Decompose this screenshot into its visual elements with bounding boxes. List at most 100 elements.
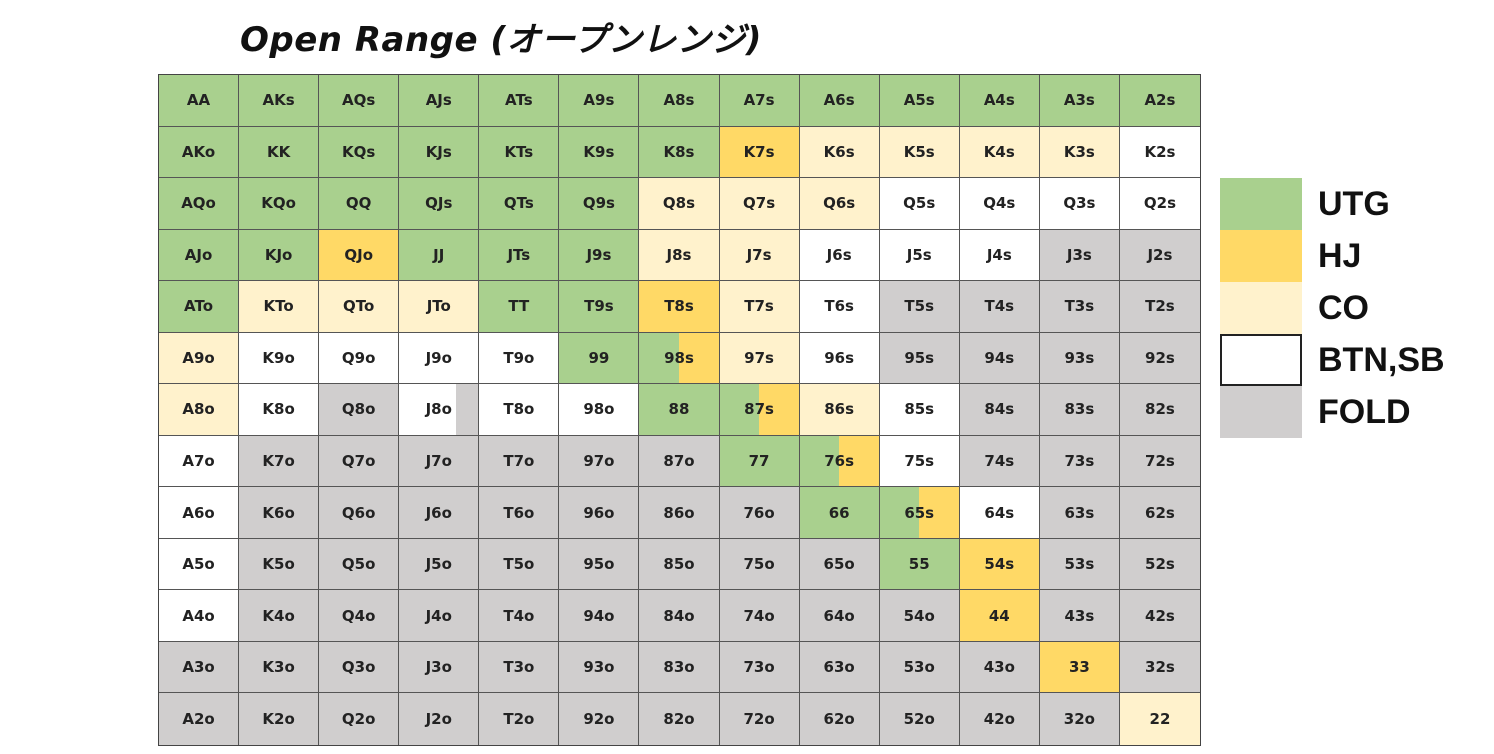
hand-label: A2o (182, 710, 215, 729)
hand-label: 22 (1149, 710, 1171, 729)
hand-label: 72s (1145, 452, 1175, 471)
hand-cell-96s: 96s (799, 332, 880, 385)
hand-label: 63o (823, 658, 855, 677)
hand-label: QJo (344, 245, 373, 264)
hand-label: TT (508, 297, 530, 316)
hand-cell-98s: 98s (639, 332, 720, 385)
hand-label: KK (266, 142, 291, 161)
hand-label: K2o (262, 710, 295, 729)
hand-cell-94s: 94s (959, 332, 1040, 385)
hand-cell-J8s: J8s (639, 229, 720, 282)
hand-label: T6s (824, 297, 854, 316)
hand-cell-T7s: T7s (719, 281, 800, 333)
hand-cell-95o: 95o (559, 538, 640, 591)
hand-cell-K2s: K2s (1119, 126, 1200, 179)
hand-label: T5o (503, 555, 535, 574)
hand-cell-K3o: K3o (239, 641, 320, 694)
hand-cell-KJo: KJo (239, 229, 320, 282)
hand-label: AA (186, 91, 211, 110)
hand-cell-K7o: K7o (239, 435, 320, 488)
hand-cell-83o: 83o (639, 641, 720, 694)
hand-cell-Q5o: Q5o (319, 538, 400, 591)
hand-cell-82o: 82o (639, 693, 720, 745)
hand-label: 92o (583, 710, 615, 729)
hand-cell-A2s: A2s (1119, 75, 1200, 127)
hand-cell-Q3o: Q3o (319, 641, 400, 694)
legend-swatch (1220, 282, 1302, 334)
hand-label: ATo (184, 297, 214, 316)
hand-label: K5o (262, 555, 295, 574)
hand-label: 76s (824, 452, 855, 471)
hand-label: 43s (1064, 606, 1095, 625)
hand-label: 42o (983, 710, 1015, 729)
legend-item-fold: FOLD (1220, 386, 1445, 438)
hand-cell-J2s: J2s (1119, 229, 1200, 282)
hand-label: AJs (425, 91, 452, 110)
hand-cell-42o: 42o (959, 693, 1040, 745)
hand-label: 64o (823, 606, 855, 625)
hand-label: 95o (583, 555, 615, 574)
hand-label: A7o (182, 452, 215, 471)
hand-cell-JTs: JTs (479, 229, 560, 282)
hand-label: K4s (983, 142, 1015, 161)
hand-cell-A3s: A3s (1039, 75, 1120, 127)
hand-label: KTs (504, 142, 534, 161)
hand-label: Q4s (983, 194, 1016, 213)
hand-cell-T6o: T6o (479, 487, 560, 539)
hand-cell-52s: 52s (1119, 538, 1200, 591)
hand-label: A7s (743, 91, 775, 110)
hand-label: K8o (262, 400, 295, 419)
hand-label: A4o (182, 606, 215, 625)
hand-cell-T4o: T4o (479, 590, 560, 642)
hand-cell-96o: 96o (559, 487, 640, 539)
hand-label: A2s (1144, 91, 1176, 110)
hand-cell-T4s: T4s (959, 281, 1040, 333)
hand-cell-Q5s: Q5s (879, 178, 960, 230)
hand-label: 55 (908, 555, 930, 574)
hand-cell-J8o: J8o (399, 384, 480, 436)
legend-label: HJ (1318, 236, 1362, 275)
hand-label: A3o (182, 658, 215, 677)
hand-cell-76o: 76o (719, 487, 800, 539)
hand-cell-32s: 32s (1119, 641, 1200, 694)
hand-label: 95s (904, 348, 935, 367)
hand-cell-K3s: K3s (1039, 126, 1120, 179)
hand-label: K4o (262, 606, 295, 625)
hand-label: T6o (503, 503, 535, 522)
hand-cell-94o: 94o (559, 590, 640, 642)
legend-swatch (1220, 178, 1302, 230)
hand-label: A5o (182, 555, 215, 574)
hand-cell-J4s: J4s (959, 229, 1040, 282)
hand-cell-73s: 73s (1039, 435, 1120, 488)
hand-label: 94s (984, 348, 1015, 367)
hand-label: 99 (588, 348, 610, 367)
hand-cell-84o: 84o (639, 590, 720, 642)
hand-cell-T5s: T5s (879, 281, 960, 333)
hand-label: T9s (584, 297, 614, 316)
hand-cell-split-fill (456, 384, 479, 435)
hand-cell-K6o: K6o (239, 487, 320, 539)
hand-cell-T6s: T6s (799, 281, 880, 333)
hand-cell-AQs: AQs (319, 75, 400, 127)
hand-label: J2s (1147, 245, 1173, 264)
hand-cell-K9o: K9o (239, 332, 320, 385)
hand-label: AKo (181, 142, 216, 161)
hand-cell-77: 77 (719, 435, 800, 488)
hand-label: A5s (903, 91, 935, 110)
hand-label: 82s (1145, 400, 1175, 419)
hand-label: T4o (503, 606, 535, 625)
hand-cell-99: 99 (559, 332, 640, 385)
hand-cell-T9s: T9s (559, 281, 640, 333)
hand-cell-52o: 52o (879, 693, 960, 745)
hand-cell-QTs: QTs (479, 178, 560, 230)
hand-label: 84o (663, 606, 695, 625)
hand-cell-75s: 75s (879, 435, 960, 488)
hand-label: 77 (748, 452, 770, 471)
hand-cell-85o: 85o (639, 538, 720, 591)
hand-cell-J7o: J7o (399, 435, 480, 488)
hand-label: K9o (262, 348, 295, 367)
hand-label: 87s (744, 400, 774, 419)
hand-cell-55: 55 (879, 538, 960, 591)
hand-label: K5s (903, 142, 935, 161)
hand-cell-64o: 64o (799, 590, 880, 642)
